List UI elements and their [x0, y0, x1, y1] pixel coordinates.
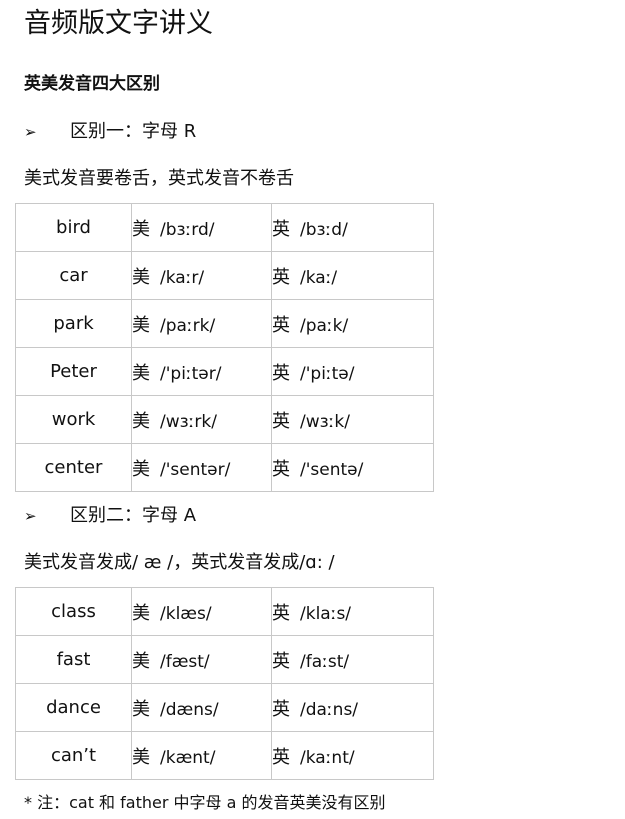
table-row: work 美/wɜːrk/英/wɜːk/ [15, 395, 434, 444]
us-label: 美 [132, 698, 150, 720]
us-label: 美 [132, 266, 150, 288]
us-label: 美 [132, 458, 150, 480]
us-ipa: /dæns/ [160, 699, 219, 720]
us-pronunciation-cell: 美/dæns/ [131, 683, 272, 732]
us-pronunciation-cell: 美/klæs/ [131, 587, 272, 636]
uk-pronunciation-cell: 英/kaː/ [271, 251, 434, 300]
uk-pronunciation-cell: 英/kaːnt/ [271, 731, 434, 780]
table-row: park 美/paːrk/英/paːk/ [15, 299, 434, 348]
uk-label: 英 [272, 650, 290, 672]
pronunciation-table-a: class 美/klæs/英/klaːs/fast 美/fæst/英/faːst/d… [15, 587, 434, 780]
table-row: can’t 美/kænt/英/kaːnt/ [15, 731, 434, 780]
us-ipa: /fæst/ [160, 651, 210, 672]
uk-label: 英 [272, 602, 290, 624]
us-label: 美 [132, 362, 150, 384]
word-cell: work [15, 395, 132, 444]
uk-pronunciation-cell: 英/wɜːk/ [271, 395, 434, 444]
us-ipa: /wɜːrk/ [160, 411, 217, 432]
uk-ipa: /'piːtə/ [300, 363, 355, 384]
section-2-heading: ➢ 区别二：字母 A [24, 503, 196, 529]
word-cell: center [15, 443, 132, 492]
uk-ipa: /kaːnt/ [300, 747, 355, 768]
word-cell: car [15, 251, 132, 300]
uk-pronunciation-cell: 英/klaːs/ [271, 587, 434, 636]
us-label: 美 [132, 602, 150, 624]
uk-ipa: /wɜːk/ [300, 411, 350, 432]
table-row: class 美/klæs/英/klaːs/ [15, 587, 434, 636]
table-row: Peter 美 /'piːtər/英 /'piːtə/ [15, 347, 434, 396]
us-pronunciation-cell: 美 /'sentər/ [131, 443, 272, 492]
uk-pronunciation-cell: 英 /'piːtə/ [271, 347, 434, 396]
us-ipa: /kaːr/ [160, 267, 205, 288]
uk-label: 英 [272, 458, 290, 480]
us-pronunciation-cell: 美/kaːr/ [131, 251, 272, 300]
table-row: dance 美/dæns/英/daːns/ [15, 683, 434, 732]
us-label: 美 [132, 746, 150, 768]
us-pronunciation-cell: 美/bɜːrd/ [131, 203, 272, 252]
word-cell: Peter [15, 347, 132, 396]
us-label: 美 [132, 314, 150, 336]
uk-ipa: /bɜːd/ [300, 219, 348, 240]
us-ipa: /bɜːrd/ [160, 219, 215, 240]
us-ipa: /kænt/ [160, 747, 216, 768]
us-pronunciation-cell: 美/paːrk/ [131, 299, 272, 348]
uk-pronunciation-cell: 英/daːns/ [271, 683, 434, 732]
us-label: 美 [132, 650, 150, 672]
uk-label: 英 [272, 746, 290, 768]
uk-ipa: /klaːs/ [300, 603, 352, 624]
word-cell: class [15, 587, 132, 636]
section-2-heading-text: 区别二：字母 A [70, 505, 197, 526]
uk-ipa: /kaː/ [300, 267, 338, 288]
table-row: fast 美/fæst/英/faːst/ [15, 635, 434, 684]
page-title: 音频版文字讲义 [24, 8, 213, 39]
word-cell: can’t [15, 731, 132, 780]
uk-label: 英 [272, 314, 290, 336]
uk-ipa: /paːk/ [300, 315, 349, 336]
us-ipa: /klæs/ [160, 603, 212, 624]
uk-pronunciation-cell: 英 /'sentə/ [271, 443, 434, 492]
us-pronunciation-cell: 美 /'piːtər/ [131, 347, 272, 396]
table-row: bird 美/bɜːrd/英/bɜːd/ [15, 203, 434, 252]
table-row: center 美 /'sentər/英 /'sentə/ [15, 443, 434, 492]
section-1-heading-text: 区别一：字母 R [70, 121, 197, 142]
section-2-description: 美式发音发成/ æ /，英式发音发成/ɑ: / [24, 552, 335, 573]
uk-ipa: /'sentə/ [300, 459, 364, 480]
us-label: 美 [132, 218, 150, 240]
footnote: * 注：cat 和 father 中字母 a 的发音英美没有区别 [24, 793, 386, 812]
us-label: 美 [132, 410, 150, 432]
uk-pronunciation-cell: 英/paːk/ [271, 299, 434, 348]
section-1-description: 美式发音要卷舌，英式发音不卷舌 [24, 168, 294, 189]
word-cell: dance [15, 683, 132, 732]
uk-ipa: /faːst/ [300, 651, 350, 672]
word-cell: bird [15, 203, 132, 252]
word-cell: fast [15, 635, 132, 684]
table-row: car 美/kaːr/英/kaː/ [15, 251, 434, 300]
uk-pronunciation-cell: 英/bɜːd/ [271, 203, 434, 252]
uk-label: 英 [272, 218, 290, 240]
arrow-bullet-icon: ➢ [24, 123, 37, 141]
uk-pronunciation-cell: 英/faːst/ [271, 635, 434, 684]
section-1-heading: ➢ 区别一：字母 R [24, 119, 196, 145]
us-pronunciation-cell: 美/fæst/ [131, 635, 272, 684]
us-ipa: /'piːtər/ [160, 363, 222, 384]
section-subtitle: 英美发音四大区别 [24, 74, 160, 94]
us-pronunciation-cell: 美/wɜːrk/ [131, 395, 272, 444]
uk-ipa: /daːns/ [300, 699, 359, 720]
us-ipa: /paːrk/ [160, 315, 216, 336]
arrow-bullet-icon: ➢ [24, 507, 37, 525]
word-cell: park [15, 299, 132, 348]
uk-label: 英 [272, 266, 290, 288]
uk-label: 英 [272, 698, 290, 720]
uk-label: 英 [272, 410, 290, 432]
us-pronunciation-cell: 美/kænt/ [131, 731, 272, 780]
uk-label: 英 [272, 362, 290, 384]
pronunciation-table-r: bird 美/bɜːrd/英/bɜːd/car 美/kaːr/英/kaː/park 美… [15, 203, 434, 492]
us-ipa: /'sentər/ [160, 459, 231, 480]
